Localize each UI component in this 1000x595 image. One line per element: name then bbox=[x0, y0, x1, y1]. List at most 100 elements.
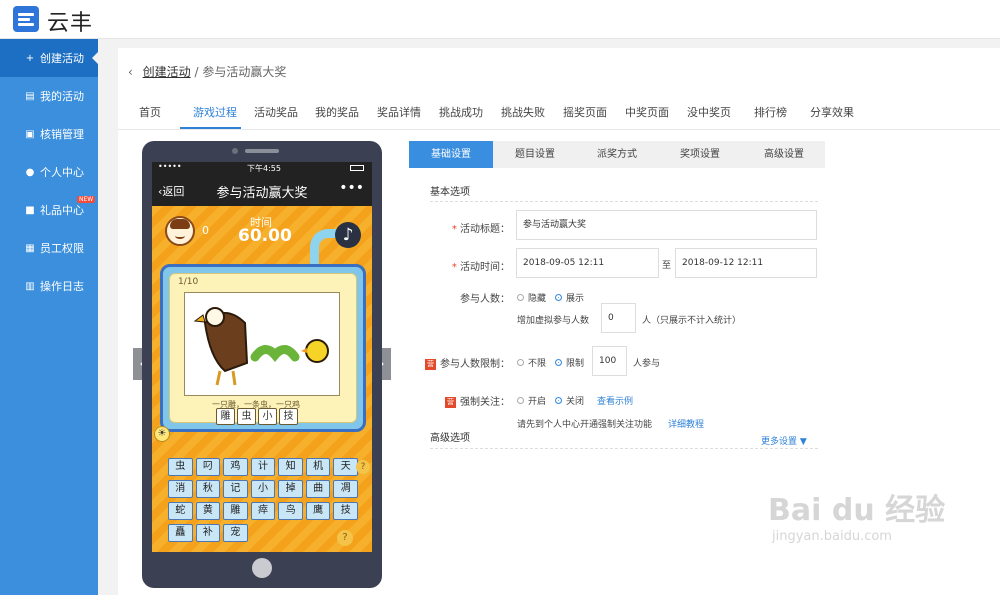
radio-limit[interactable]: 限制 bbox=[555, 356, 584, 369]
char-key[interactable]: 掉 bbox=[278, 480, 303, 498]
limit-count-input[interactable]: 100 bbox=[592, 346, 627, 376]
phone-preview: ••••• 下午4:55 ‹返回 参与活动赢大奖 ••• 0 时间 60.00 … bbox=[142, 141, 382, 588]
phone-screen: ••••• 下午4:55 ‹返回 参与活动赢大奖 ••• 0 时间 60.00 … bbox=[152, 162, 372, 552]
page-tabs: 首页 游戏过程 活动奖品 我的奖品 奖品详情 挑战成功 挑战失败 摇奖页面 中奖… bbox=[118, 92, 1000, 130]
score: 0 bbox=[202, 224, 209, 237]
char-key[interactable]: 鸟 bbox=[278, 502, 303, 520]
char-key[interactable]: 计 bbox=[250, 458, 276, 476]
breadcrumb: ‹ 创建活动 / 参与活动赢大奖 bbox=[128, 63, 286, 80]
tab-question-settings[interactable]: 题目设置 bbox=[493, 141, 577, 168]
tab-award-method[interactable]: 派奖方式 bbox=[577, 141, 657, 168]
sidebar-item-verification[interactable]: ▣ 核销管理 bbox=[0, 115, 98, 153]
baidu-watermark: Bai du 经验 jingyan.baidu.com bbox=[768, 493, 946, 544]
char-key[interactable]: 叼 bbox=[195, 458, 221, 476]
log-icon: ▥ bbox=[25, 280, 35, 292]
tab-fail[interactable]: 挑战失败 bbox=[501, 104, 545, 120]
sidebar-item-log[interactable]: ▥ 操作日志 bbox=[0, 267, 98, 305]
char-key[interactable]: 虫 bbox=[168, 458, 193, 476]
tutorial-link[interactable]: 详细教程 bbox=[668, 417, 704, 430]
answer-slot[interactable]: 小 bbox=[258, 408, 277, 425]
virtual-participants-label: 增加虚拟参与人数 bbox=[517, 316, 590, 326]
char-key[interactable]: 技 bbox=[333, 502, 358, 520]
start-time-input[interactable]: 2018-09-05 12:11 bbox=[516, 248, 659, 278]
radio-hide[interactable]: 隐藏 bbox=[517, 291, 546, 304]
participant-limit-label: 营参与人数限制： bbox=[425, 358, 510, 370]
char-key[interactable]: 补 bbox=[195, 524, 221, 542]
tab-advanced-settings[interactable]: 高级设置 bbox=[743, 141, 825, 168]
tab-prize-settings[interactable]: 奖项设置 bbox=[657, 141, 743, 168]
tab-win[interactable]: 中奖页面 bbox=[625, 104, 669, 120]
char-key[interactable]: 秋 bbox=[195, 480, 221, 498]
char-key[interactable]: 天 bbox=[333, 458, 358, 476]
more-icon[interactable]: ••• bbox=[339, 180, 364, 196]
title-label: * 活动标题： bbox=[451, 224, 510, 235]
radio-follow-off[interactable]: 关闭 bbox=[555, 394, 584, 407]
virtual-participants-input[interactable]: 0 bbox=[601, 303, 636, 333]
sidebar-item-staff[interactable]: ▦ 员工权限 bbox=[0, 229, 98, 267]
tab-lottery[interactable]: 摇奖页面 bbox=[563, 104, 607, 120]
help-icon[interactable]: ? bbox=[337, 530, 353, 546]
time-label: * 活动时间： bbox=[451, 262, 510, 273]
tab-prize-detail[interactable]: 奖品详情 bbox=[377, 104, 421, 120]
view-example-link[interactable]: 查看示例 bbox=[597, 394, 633, 407]
char-key[interactable]: 记 bbox=[223, 480, 248, 498]
char-key[interactable]: 鸡 bbox=[223, 458, 248, 476]
tab-home[interactable]: 首页 bbox=[139, 104, 161, 120]
char-key[interactable]: 小 bbox=[250, 480, 276, 498]
status-bar: ••••• 下午4:55 bbox=[152, 162, 372, 174]
time-value: 60.00 bbox=[238, 226, 292, 246]
char-key[interactable]: 曲 bbox=[305, 480, 331, 498]
battery-icon bbox=[350, 165, 364, 171]
hint-bulb-icon[interactable]: ☀ bbox=[154, 426, 170, 442]
more-settings-link[interactable]: 更多设置 ▼ bbox=[761, 434, 807, 447]
tab-share[interactable]: 分享效果 bbox=[810, 104, 854, 120]
tab-ranking[interactable]: 排行榜 bbox=[754, 104, 787, 120]
char-key[interactable]: 矗 bbox=[168, 524, 193, 542]
char-key[interactable]: 雕 bbox=[223, 502, 248, 520]
sidebar-item-create[interactable]: + 创建活动 bbox=[0, 39, 98, 77]
answer-slot[interactable]: 技 bbox=[279, 408, 298, 425]
virtual-participants-unit: 人（只展示不计入统计） bbox=[642, 316, 742, 326]
breadcrumb-parent[interactable]: 创建活动 bbox=[143, 65, 191, 79]
answer-slot[interactable]: 虫 bbox=[237, 408, 256, 425]
char-key[interactable]: 知 bbox=[278, 458, 303, 476]
end-time-input[interactable]: 2018-09-12 12:11 bbox=[675, 248, 817, 278]
staff-icon: ▦ bbox=[25, 242, 35, 254]
chevron-left-icon[interactable]: ‹ bbox=[128, 65, 133, 79]
breadcrumb-current: 参与活动赢大奖 bbox=[202, 65, 287, 79]
help-icon[interactable]: ? bbox=[356, 460, 370, 474]
phone-nav-bar: ‹返回 参与活动赢大奖 ••• bbox=[152, 174, 372, 206]
breadcrumb-separator: / bbox=[194, 65, 199, 79]
radio-follow-on[interactable]: 开启 bbox=[517, 394, 546, 407]
answer-slot[interactable]: 雕 bbox=[216, 408, 235, 425]
music-icon[interactable]: ♪ bbox=[335, 222, 361, 248]
char-key[interactable]: 宠 bbox=[223, 524, 248, 542]
limit-unit: 人参与 bbox=[633, 359, 661, 369]
activity-title-input[interactable]: 参与活动赢大奖 bbox=[516, 210, 817, 240]
char-key[interactable]: 消 bbox=[168, 480, 193, 498]
plus-icon: + bbox=[25, 52, 35, 64]
vip-icon: 营 bbox=[425, 358, 436, 370]
tab-game-process[interactable]: 游戏过程 bbox=[193, 104, 237, 120]
answer-slots: 雕 虫 小 技 bbox=[216, 408, 298, 425]
sidebar-item-my-activity[interactable]: ▤ 我的活动 bbox=[0, 77, 98, 115]
user-icon: ● bbox=[25, 166, 35, 178]
sidebar-item-profile[interactable]: ● 个人中心 bbox=[0, 153, 98, 191]
radio-show[interactable]: 展示 bbox=[555, 291, 584, 304]
char-key[interactable]: 蛇 bbox=[168, 502, 193, 520]
sidebar-item-gifts[interactable]: ■ 礼品中心 NEW bbox=[0, 191, 98, 229]
char-key[interactable]: 机 bbox=[305, 458, 331, 476]
tab-my-prizes[interactable]: 我的奖品 bbox=[315, 104, 359, 120]
tab-prizes[interactable]: 活动奖品 bbox=[254, 104, 298, 120]
tab-basic-settings[interactable]: 基础设置 bbox=[409, 141, 493, 168]
tab-success[interactable]: 挑战成功 bbox=[439, 104, 483, 120]
tab-no-win[interactable]: 没中奖页 bbox=[687, 104, 731, 120]
radio-no-limit[interactable]: 不限 bbox=[517, 356, 546, 369]
char-key[interactable]: 黄 bbox=[195, 502, 221, 520]
char-key[interactable]: 瘁 bbox=[250, 502, 276, 520]
char-key[interactable]: 鹰 bbox=[305, 502, 331, 520]
top-bar: 云丰 bbox=[0, 0, 1000, 39]
logo-icon bbox=[13, 6, 39, 32]
home-button bbox=[252, 558, 272, 578]
char-key[interactable]: 凋 bbox=[333, 480, 358, 498]
